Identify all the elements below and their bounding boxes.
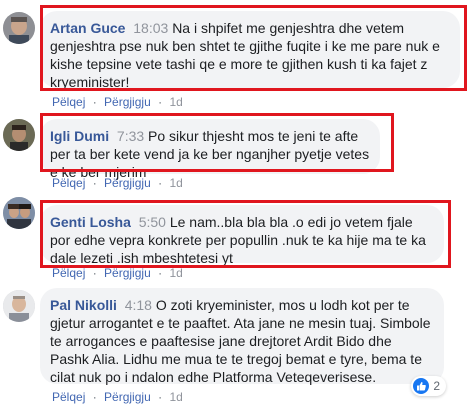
separator: · xyxy=(92,266,97,280)
comment-4: Pal Nikolli 4:18 O zoti kryeminister, mo… xyxy=(0,286,473,404)
author-name[interactable]: Artan Guce xyxy=(50,20,125,36)
comment-3: Genti Losha 5:50 Le nam..bla bla bla .o … xyxy=(0,194,473,286)
author-name[interactable]: Igli Dumi xyxy=(50,128,109,144)
separator: · xyxy=(158,176,163,190)
reaction-count: 2 xyxy=(433,379,440,393)
author-name[interactable]: Pal Nikolli xyxy=(50,297,117,313)
author-name[interactable]: Genti Losha xyxy=(50,214,131,230)
reply-link[interactable]: Përgjigju xyxy=(104,390,151,404)
comment-time[interactable]: 4:18 xyxy=(125,297,156,313)
separator: · xyxy=(158,266,163,280)
comment-actions: Pëlqej · Përgjigju · 1d xyxy=(52,266,183,280)
like-link[interactable]: Pëlqej xyxy=(52,266,85,280)
reply-link[interactable]: Përgjigju xyxy=(104,176,151,190)
separator: · xyxy=(158,390,163,404)
like-link[interactable]: Pëlqej xyxy=(52,176,85,190)
comment-bubble: Pal Nikolli 4:18 O zoti kryeminister, mo… xyxy=(40,288,446,396)
reaction-badge[interactable]: 2 xyxy=(411,376,446,396)
comment-bubble: Genti Losha 5:50 Le nam..bla bla bla .o … xyxy=(40,205,444,266)
avatar-artan-guce[interactable] xyxy=(3,12,35,44)
like-link[interactable]: Pëlqej xyxy=(52,390,85,404)
reply-link[interactable]: Përgjigju xyxy=(104,266,151,280)
avatar-genti-losha[interactable] xyxy=(3,197,35,229)
comment-time[interactable]: 18:03 xyxy=(133,20,172,36)
avatar-pal-nikolli[interactable] xyxy=(3,290,35,322)
comment-actions: Pëlqej · Përgjigju · 1d xyxy=(52,176,183,190)
separator: · xyxy=(92,390,97,404)
comment-bubble: Igli Dumi 7:33 Po sikur thjesht mos te j… xyxy=(40,119,380,180)
comment-bubble: Artan Guce 18:03 Na i shpifet me genjesh… xyxy=(40,11,460,90)
comment-age[interactable]: 1d xyxy=(169,390,182,404)
comment-1: Artan Guce 18:03 Na i shpifet me genjesh… xyxy=(0,0,473,109)
thumbs-up-icon xyxy=(413,378,430,394)
comment-time[interactable]: 7:33 xyxy=(117,128,148,144)
separator: · xyxy=(92,176,97,190)
comment-2: Igli Dumi 7:33 Po sikur thjesht mos te j… xyxy=(0,104,473,194)
comment-time[interactable]: 5:50 xyxy=(139,214,170,230)
comment-age[interactable]: 1d xyxy=(169,176,182,190)
comment-actions: Pëlqej · Përgjigju · 1d xyxy=(52,390,183,404)
comment-age[interactable]: 1d xyxy=(169,266,182,280)
avatar-igli-dumi[interactable] xyxy=(3,119,35,151)
